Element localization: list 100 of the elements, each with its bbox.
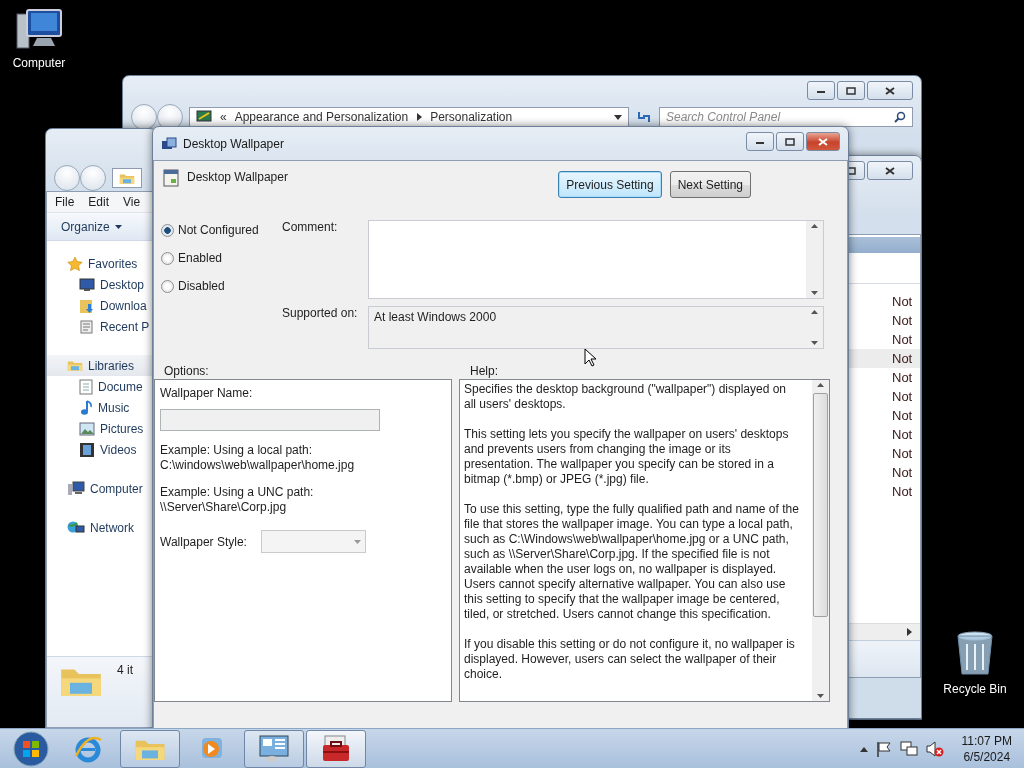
item-count: 4 it: [117, 663, 133, 677]
state-cell-text: Not: [892, 313, 914, 328]
volume-muted-icon[interactable]: [925, 740, 944, 757]
nav-item[interactable]: Recent P: [47, 316, 155, 337]
nav-item[interactable]: Computer: [47, 478, 155, 499]
setting-name: Desktop Wallpaper: [187, 170, 288, 184]
nav-item[interactable]: Music: [47, 397, 155, 418]
comment-label: Comment:: [282, 220, 339, 236]
radio-label[interactable]: Disabled: [178, 279, 225, 293]
refresh-icon[interactable]: [635, 109, 653, 125]
taskbar-button[interactable]: [306, 729, 366, 768]
setting-nav-button[interactable]: Next Setting: [669, 171, 751, 198]
close-button[interactable]: [867, 81, 913, 100]
supported-on-label: Supported on:: [282, 306, 359, 322]
scroll-thumb[interactable]: [813, 393, 828, 617]
search-field[interactable]: Search Control Panel: [659, 107, 913, 127]
nav-item[interactable]: Videos: [47, 439, 155, 460]
address-bar[interactable]: « Appearance and Personalization Personalization: [189, 107, 629, 127]
vertical-scrollbar[interactable]: [812, 380, 829, 701]
desktop-icon-label[interactable]: Recycle Bin: [943, 682, 1007, 696]
options-label: Options:: [164, 364, 210, 379]
maximize-icon: [846, 166, 856, 175]
menu-item[interactable]: Vie: [123, 195, 141, 209]
breadcrumb-item[interactable]: Personalization: [430, 110, 513, 124]
scroll-up-icon[interactable]: [817, 383, 824, 387]
scroll-down-icon[interactable]: [817, 694, 824, 698]
monitor-icon: [79, 277, 95, 292]
minimize-button[interactable]: [807, 81, 835, 100]
scroll-down-icon[interactable]: [811, 341, 818, 345]
computer-icon: [67, 480, 85, 497]
close-icon: [885, 86, 895, 95]
radio-button[interactable]: [161, 251, 174, 265]
window-title: Desktop Wallpaper: [183, 136, 284, 151]
clock[interactable]: 11:07 PM 6/5/2024: [961, 732, 1012, 765]
help-paragraph: Specifies the desktop background ("wallpaper") displayed on all users' desktops.: [464, 382, 788, 412]
recent-places-icon: [79, 318, 95, 335]
option-label: Wallpaper Style:: [160, 534, 247, 549]
mouse-pointer-icon: [584, 348, 596, 367]
scroll-up-icon[interactable]: [811, 224, 818, 228]
caret-icon: [114, 224, 122, 229]
breadcrumb-chevron: «: [220, 110, 227, 124]
film-icon: [79, 441, 95, 458]
scroll-right-icon[interactable]: [907, 628, 912, 636]
option-text: C:\windows\web\wallpaper\home.jpg: [160, 458, 356, 473]
network-icon: [67, 519, 85, 536]
menu-item[interactable]: File: [55, 195, 75, 209]
nav-item[interactable]: Favorites: [47, 253, 155, 274]
document-icon: [79, 378, 93, 395]
breadcrumb-item[interactable]: Appearance and Personalization: [234, 110, 409, 124]
back-button[interactable]: [131, 104, 157, 130]
nav-item[interactable]: Docume: [47, 376, 155, 397]
menu-item[interactable]: Edit: [88, 195, 110, 209]
close-icon: [818, 137, 828, 146]
download-folder-icon: [79, 297, 95, 314]
radio-label[interactable]: Enabled: [178, 251, 223, 265]
state-cell-text: Not: [892, 408, 914, 423]
supported-on-field: At least Windows 2000: [368, 306, 824, 349]
minimize-button[interactable]: [746, 132, 774, 151]
nav-item[interactable]: Desktop: [47, 274, 155, 295]
option-label: Wallpaper Name:: [160, 386, 254, 401]
control-panel-icon: [258, 733, 290, 764]
state-cell-text: Not: [892, 332, 914, 347]
close-button[interactable]: [867, 161, 913, 180]
close-button[interactable]: [806, 132, 840, 151]
nav-item[interactable]: Downloa: [47, 295, 155, 316]
flag-icon[interactable]: [875, 740, 892, 757]
close-icon: [885, 166, 895, 175]
dropdown-arrow-icon[interactable]: [614, 114, 622, 120]
option-text: Example: Using a UNC path:: [160, 485, 315, 500]
address-bar[interactable]: [112, 168, 142, 188]
toolbox-icon: [320, 733, 352, 764]
scroll-down-icon[interactable]: [811, 291, 818, 295]
network-icon[interactable]: [899, 740, 918, 757]
radio-label[interactable]: Not Configured: [178, 223, 259, 237]
nav-item[interactable]: Libraries: [47, 355, 155, 376]
folder-icon: [119, 171, 135, 185]
music-note-icon: [79, 399, 93, 416]
help-paragraph: To use this setting, type the fully qualified path and name of the file that stores the wallpaper image. You can type a local path, such as C:\Windows\web\wallpaper\home.jpg or a UNC path, such as \\Server\Share\Corp.jpg. If the specified file is not available when the user logs on, no wallpaper is displayed. Users cannot specify alternative wallpaper. You can also use this setting to specify that the wallpaper image be centered, tiled, or stretched. Users cannot change this specification.: [464, 502, 800, 622]
dropdown-arrow-icon: [353, 539, 361, 544]
setting-nav-button[interactable]: Previous Setting: [558, 171, 662, 198]
show-hidden-icons-icon[interactable]: [859, 745, 868, 752]
comment-field[interactable]: [368, 220, 824, 299]
scroll-up-icon[interactable]: [811, 310, 818, 314]
maximize-button[interactable]: [776, 132, 804, 151]
radio-button[interactable]: [161, 279, 174, 293]
star-icon: [67, 255, 83, 272]
state-cell-text: Not: [892, 294, 914, 309]
nav-item[interactable]: Pictures: [47, 418, 155, 439]
help-paragraph: If you disable this setting or do not configure it, no wallpaper is displayed. However, users can select the wallpaper of their choice.: [464, 637, 796, 682]
radio-button[interactable]: [161, 223, 174, 237]
library-icon: [67, 359, 83, 372]
nav-item[interactable]: Network: [47, 517, 155, 538]
help-label: Help:: [470, 364, 498, 379]
search-icon: [894, 111, 906, 123]
desktop-icon-label[interactable]: Computer: [12, 56, 66, 70]
breadcrumb-arrow-icon: [416, 113, 423, 121]
maximize-icon: [785, 137, 795, 146]
start-button[interactable]: [12, 729, 50, 768]
recycle-bin-icon: [955, 630, 995, 678]
maximize-button[interactable]: [837, 81, 865, 100]
